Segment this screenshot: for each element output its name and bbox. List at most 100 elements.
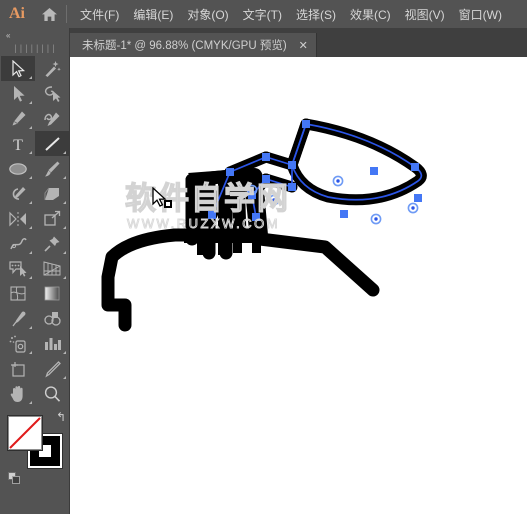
speech-cursor-icon [9,261,27,277]
blend-circles-icon [43,312,61,326]
pen-tool[interactable] [1,106,35,131]
default-fill-stroke-button[interactable] [8,472,20,484]
menu-edit[interactable]: 编辑(E) [126,2,180,27]
eyedropper-icon [11,311,25,326]
direct-select-arrow-icon [14,85,25,102]
lasso-icon [44,85,60,102]
flyout-indicator [29,226,32,229]
flyout-indicator [63,151,66,154]
flyout-indicator [63,276,66,279]
menu-effect[interactable]: 效果(C) [343,2,398,27]
menu-select[interactable]: 选择(S) [289,2,343,27]
free-transform-tool[interactable] [35,206,69,231]
home-icon[interactable] [34,0,64,28]
flyout-indicator [63,176,66,179]
slice-knife-icon [44,360,61,377]
shaper-tool[interactable] [1,181,35,206]
magic-wand-tool[interactable] [35,56,69,81]
swap-fill-stroke-button[interactable]: ↰ [56,411,66,423]
flyout-indicator [29,351,32,354]
blend-tool[interactable] [35,306,69,331]
flyout-indicator [29,176,32,179]
flyout-indicator [29,251,32,254]
flyout-indicator [29,101,32,104]
zoom-tool[interactable] [35,381,69,406]
artboard-tool[interactable] [1,356,35,381]
tool-grid: T [0,56,69,406]
perspective-grid-icon [43,261,61,276]
column-graph-tool[interactable] [35,331,69,356]
flyout-indicator [63,226,66,229]
pen-nib-icon [12,111,26,125]
flyout-indicator [29,151,32,154]
mesh-tool[interactable] [1,281,35,306]
symbol-sprayer-icon [9,335,26,353]
menu-bar: Ai 文件(F) 编辑(E) 对象(O) 文字(T) 选择(S) 效果(C) 视… [0,0,527,28]
line-segment-tool[interactable] [35,131,69,156]
none-slash-icon [9,417,41,449]
document-tab[interactable]: 未标题-1* @ 96.88% (CMYK/GPU 预览) ✕ [70,33,317,57]
document-tab-bar: 未标题-1* @ 96.88% (CMYK/GPU 预览) ✕ [70,28,527,57]
curvature-tool[interactable] [35,106,69,131]
menu-view[interactable]: 视图(V) [398,2,452,27]
tools-panel: « |||||||| T ↰ [0,28,70,514]
reflect-tool[interactable] [1,206,35,231]
lasso-tool[interactable] [35,81,69,106]
bar-chart-icon [44,338,61,350]
hand-icon [10,385,23,402]
perspective-selection-tool[interactable] [35,256,69,281]
symbol-sprayer-tool[interactable] [1,331,35,356]
eyedropper-tool[interactable] [1,306,35,331]
shape-builder-tool[interactable] [35,231,69,256]
slice-tool[interactable] [35,356,69,381]
artboard-icon [10,361,25,377]
hand-tool[interactable] [1,381,35,406]
shaper-pencil-icon [12,186,25,200]
menu-object[interactable]: 对象(O) [180,2,235,27]
ellipse-tool[interactable] [1,156,35,181]
illustrator-window: Ai 文件(F) 编辑(E) 对象(O) 文字(T) 选择(S) 效果(C) 视… [0,0,527,514]
perspective-grid-tool[interactable] [1,256,35,281]
flyout-indicator [29,126,32,129]
canvas-area[interactable]: 软件自学网 WWW.RUZXW.COM [70,57,527,514]
mesh-icon [10,286,26,301]
type-tool[interactable]: T [1,131,35,156]
flyout-indicator [63,351,66,354]
ellipse-icon [9,162,27,175]
flyout-indicator [63,251,66,254]
magnifier-icon [44,385,61,402]
fill-stroke-controls: ↰ [7,411,66,484]
app-logo: Ai [9,5,25,22]
menu-type[interactable]: 文字(T) [236,2,289,27]
eraser-tool[interactable] [35,181,69,206]
flyout-indicator [29,276,32,279]
fill-swatch[interactable] [7,415,43,451]
width-tool[interactable] [1,231,35,256]
flyout-indicator [29,201,32,204]
home-glyph [41,7,57,21]
panel-drag-handle[interactable]: |||||||| [0,42,69,56]
direct-selection-tool[interactable] [1,81,35,106]
push-pin-icon [44,236,60,252]
close-icon[interactable]: ✕ [299,39,308,52]
gradient-tool[interactable] [35,281,69,306]
curvature-icon [43,112,59,126]
width-warp-icon [9,237,27,249]
flyout-indicator [29,76,32,79]
default-colors-icon [8,472,20,484]
menu-window[interactable]: 窗口(W) [452,2,509,27]
flyout-indicator [63,376,66,379]
line-segment-icon [44,136,60,151]
selection-tool[interactable] [1,56,35,81]
arrow-cursor-icon [11,59,25,77]
gradient-square-icon [44,286,60,301]
collapse-panel-button[interactable]: « [0,28,69,42]
artwork-excavator-outline[interactable] [70,57,527,514]
magic-wand-icon [45,60,61,77]
paintbrush-tool[interactable] [35,156,69,181]
menu-divider [66,5,67,23]
menu-file[interactable]: 文件(F) [73,2,126,27]
flyout-indicator [63,201,66,204]
type-t-icon: T [13,137,23,153]
paintbrush-icon [45,161,60,176]
